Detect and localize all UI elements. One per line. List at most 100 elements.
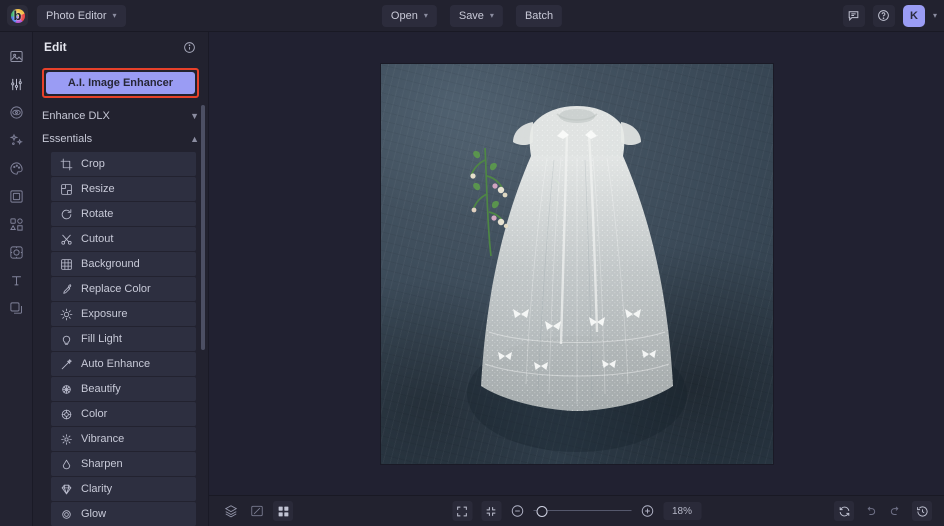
topbar-right-group: K ▾ xyxy=(842,4,937,27)
list-item[interactable]: Exposure xyxy=(51,302,196,326)
list-item[interactable]: Glow xyxy=(51,502,196,526)
info-circle-icon[interactable] xyxy=(183,41,196,54)
chevron-down-icon: ▾ xyxy=(423,10,428,20)
list-item[interactable]: Replace Color xyxy=(51,277,196,301)
bottombar-left-group xyxy=(209,501,293,521)
edit-panel-header: Edit xyxy=(33,32,208,62)
highlight-annotation-box: A.I. Image Enhancer xyxy=(42,68,199,98)
actual-size-icon[interactable] xyxy=(481,501,501,521)
history-icon[interactable] xyxy=(912,501,932,521)
bottombar-center-group: 18% xyxy=(452,501,701,521)
list-item-label: Auto Enhance xyxy=(81,358,151,370)
grid-view-icon[interactable] xyxy=(273,501,293,521)
undo-icon[interactable] xyxy=(860,501,880,521)
zoom-in-icon[interactable] xyxy=(640,504,654,518)
rotate-icon xyxy=(61,208,72,219)
list-item[interactable]: Rotate xyxy=(51,202,196,226)
page-title: Edit xyxy=(44,40,67,54)
list-item-label: Cutout xyxy=(81,233,114,245)
chevron-down-icon[interactable]: ▾ xyxy=(933,11,937,20)
batch-button[interactable]: Batch xyxy=(515,4,563,27)
question-circle-icon[interactable] xyxy=(872,4,895,27)
zoom-slider[interactable] xyxy=(533,504,631,518)
chevron-up-icon: ▲ xyxy=(190,133,199,144)
rail-item-retouch[interactable] xyxy=(0,98,33,126)
list-item-label: Background xyxy=(81,258,140,270)
rail-item-adjust[interactable] xyxy=(0,70,33,98)
list-item[interactable]: Sharpen xyxy=(51,452,196,476)
sharpen-drop-icon xyxy=(62,459,71,469)
resize-icon xyxy=(61,183,72,195)
list-item-label: Clarity xyxy=(81,483,113,495)
list-item-label: Exposure xyxy=(81,308,128,320)
list-item[interactable]: Background xyxy=(51,252,196,276)
checker-background-icon xyxy=(61,258,72,270)
layers-stack-icon[interactable] xyxy=(221,501,241,521)
section-label: Essentials xyxy=(42,132,93,145)
list-item-label: Rotate xyxy=(81,208,114,220)
save-label: Save xyxy=(458,9,484,22)
fit-to-screen-icon[interactable] xyxy=(452,501,472,521)
bottom-toolbar: 18% xyxy=(209,495,944,526)
glow-icon xyxy=(62,509,71,519)
list-item[interactable]: Beautify xyxy=(51,377,196,401)
rail-item-layers[interactable] xyxy=(0,294,33,322)
list-item-label: Color xyxy=(81,408,108,420)
save-button[interactable]: Save ▾ xyxy=(449,4,503,27)
list-item[interactable]: Color xyxy=(51,402,196,426)
bulb-fill-light-icon xyxy=(62,335,71,345)
section-header-enhance-dlx[interactable]: Enhance DLX ▼ xyxy=(42,105,199,126)
reset-icon[interactable] xyxy=(834,501,854,521)
zoom-slider-thumb[interactable] xyxy=(536,505,548,517)
color-wheel-icon xyxy=(61,409,72,419)
top-toolbar: Photo Editor ▾ Open ▾ Save ▾ Batch K ▾ xyxy=(0,0,944,32)
topbar-center-group: Open ▾ Save ▾ Batch xyxy=(381,4,563,27)
list-item[interactable]: Vibrance xyxy=(51,427,196,451)
list-item[interactable]: Crop xyxy=(51,152,196,176)
list-item[interactable]: Auto Enhance xyxy=(51,352,196,376)
magic-wand-icon xyxy=(61,358,72,369)
befunky-logo-icon[interactable] xyxy=(7,5,28,26)
vibrance-icon xyxy=(61,433,72,445)
redo-icon[interactable] xyxy=(886,501,906,521)
list-item-label: Resize xyxy=(81,183,115,195)
left-tool-rail xyxy=(0,32,33,526)
avatar[interactable]: K xyxy=(902,4,925,27)
list-item[interactable]: Cutout xyxy=(51,227,196,251)
rail-item-frames[interactable] xyxy=(0,182,33,210)
batch-label: Batch xyxy=(524,9,554,22)
rail-item-graphics[interactable] xyxy=(0,210,33,238)
list-item[interactable]: Clarity xyxy=(51,477,196,501)
list-item[interactable]: Fill Light xyxy=(51,327,196,351)
list-item-label: Crop xyxy=(81,158,105,170)
bottombar-right-group xyxy=(834,501,932,521)
ai-enhancer-wrap: A.I. Image Enhancer xyxy=(33,62,208,103)
clarity-gem-icon xyxy=(61,484,72,494)
product-switcher-button[interactable]: Photo Editor ▾ xyxy=(37,4,126,27)
rail-item-effects[interactable] xyxy=(0,126,33,154)
product-switcher-label: Photo Editor xyxy=(46,9,107,22)
open-label: Open xyxy=(390,9,418,22)
photo-canvas[interactable] xyxy=(209,32,944,495)
essentials-item-list: Crop Resize Rotate Cutout Background Replace … xyxy=(33,152,208,526)
section-label: Enhance DLX xyxy=(42,109,110,122)
rail-item-artsy[interactable] xyxy=(0,154,33,182)
ai-image-enhancer-button[interactable]: A.I. Image Enhancer xyxy=(46,72,195,94)
panel-scrollbar[interactable] xyxy=(201,105,205,350)
comment-icon[interactable] xyxy=(842,4,865,27)
list-item[interactable]: Resize xyxy=(51,177,196,201)
compare-split-icon[interactable] xyxy=(247,501,267,521)
rail-item-edit[interactable] xyxy=(0,42,33,70)
list-item-label: Beautify xyxy=(81,383,121,395)
zoom-level-value[interactable]: 18% xyxy=(663,502,701,520)
edit-panel: Edit A.I. Image Enhancer Enhance DLX ▼ E… xyxy=(33,32,209,526)
rail-item-text[interactable] xyxy=(0,266,33,294)
list-item-label: Glow xyxy=(81,508,107,520)
rail-item-overlays[interactable] xyxy=(0,238,33,266)
photo-image[interactable] xyxy=(380,63,773,464)
scissors-cutout-icon xyxy=(61,234,72,245)
section-header-essentials[interactable]: Essentials ▲ xyxy=(42,128,199,149)
list-item-label: Replace Color xyxy=(81,283,151,295)
open-button[interactable]: Open ▾ xyxy=(381,4,437,27)
zoom-out-icon[interactable] xyxy=(510,504,524,518)
